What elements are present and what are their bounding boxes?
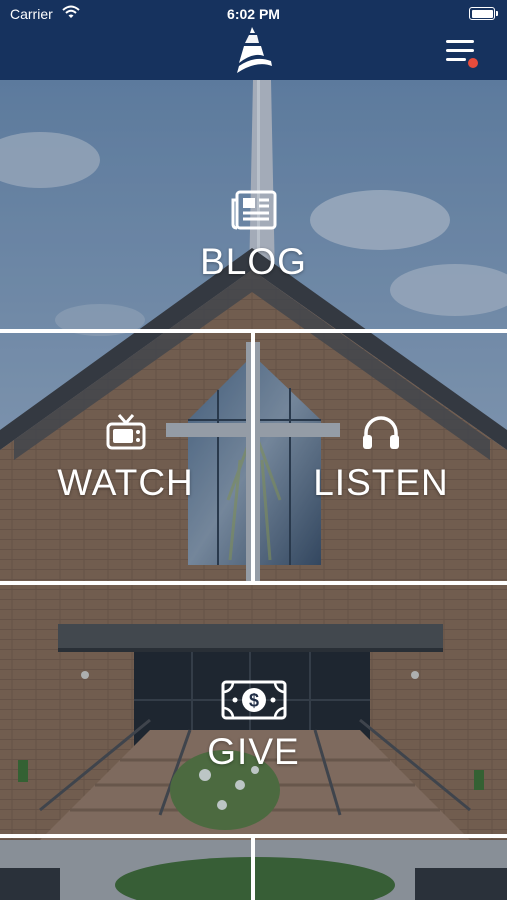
menu-line <box>446 49 474 52</box>
give-tile[interactable]: $ GIVE <box>0 585 507 834</box>
listen-label: LISTEN <box>313 462 449 503</box>
home-grid: BLOG WATCH LISTEN $ GIVE <box>0 80 507 900</box>
bottom-right-tile[interactable] <box>255 838 507 900</box>
menu-line <box>446 40 474 43</box>
blog-label: BLOG <box>200 240 307 282</box>
bottom-left-tile[interactable] <box>0 838 251 900</box>
steeple-logo-icon[interactable] <box>231 27 275 80</box>
battery-icon <box>469 7 498 20</box>
svg-text:$: $ <box>248 690 258 710</box>
clock: 6:02 PM <box>227 6 280 22</box>
menu-line <box>446 58 466 61</box>
blog-tile[interactable]: BLOG <box>0 80 507 329</box>
menu-button[interactable] <box>440 36 484 76</box>
dollar-bill-icon: $ <box>221 680 287 725</box>
watch-tile[interactable]: WATCH <box>0 333 251 581</box>
status-bar: Carrier 6:02 PM <box>0 0 507 28</box>
give-label: GIVE <box>207 730 300 772</box>
top-bar: Carrier 6:02 PM <box>0 0 507 80</box>
newspaper-icon <box>231 190 277 235</box>
notification-badge <box>466 56 480 70</box>
headphones-icon <box>361 413 401 456</box>
tv-icon <box>106 413 146 456</box>
listen-tile[interactable]: LISTEN <box>255 333 507 581</box>
watch-label: WATCH <box>57 462 194 503</box>
